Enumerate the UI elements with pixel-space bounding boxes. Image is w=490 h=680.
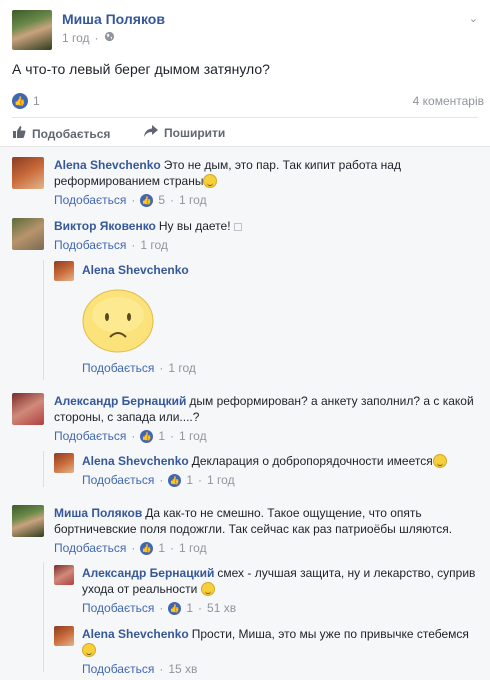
comment-like-link[interactable]: Подобається xyxy=(54,428,126,444)
thread-line xyxy=(43,562,44,672)
comment-author[interactable]: Миша Поляков xyxy=(54,506,142,520)
avatar[interactable] xyxy=(54,626,74,646)
comment-like-count[interactable]: 1 xyxy=(158,428,165,444)
comment-text: Декларация о добропорядочности имеется xyxy=(191,454,433,468)
author-avatar[interactable] xyxy=(12,10,52,50)
like-reaction-icon: 👍 xyxy=(168,601,182,615)
sad-face-sticker xyxy=(80,287,156,355)
comment-like-link[interactable]: Подобається xyxy=(54,237,126,253)
like-button[interactable]: Подобається xyxy=(12,125,110,142)
thumbs-up-icon xyxy=(12,125,26,142)
avatar[interactable] xyxy=(12,393,44,425)
smile-emoji-icon xyxy=(200,582,215,596)
like-reaction-icon[interactable]: 👍 xyxy=(12,93,28,109)
thread-line xyxy=(43,451,44,487)
comment-like-link[interactable]: Подобається xyxy=(82,661,154,677)
post-text: А что-то левый берег дымом затянуло? xyxy=(12,61,270,77)
comment-like-link[interactable]: Подобається xyxy=(82,472,154,488)
comment-timestamp[interactable]: 1 год xyxy=(179,428,207,444)
thread-line xyxy=(43,260,44,380)
comment-like-count[interactable]: 1 xyxy=(186,472,193,488)
avatar[interactable] xyxy=(54,453,74,473)
comment-like-count[interactable]: 5 xyxy=(158,192,165,208)
avatar[interactable] xyxy=(12,505,44,537)
comment-timestamp[interactable]: 1 год xyxy=(140,237,168,253)
post-meta: 1 год · xyxy=(62,31,115,45)
globe-icon[interactable] xyxy=(104,31,115,45)
share-button[interactable]: Поширити xyxy=(144,125,225,140)
like-reaction-icon: 👍 xyxy=(168,473,182,487)
post-author-name[interactable]: Миша Поляков xyxy=(62,11,165,27)
comment-author[interactable]: Виктор Яковенко xyxy=(54,219,156,233)
comment-text: Прости, Миша, это мы уже по привычке сте… xyxy=(191,627,469,641)
like-reaction-icon: 👍 xyxy=(140,429,154,443)
like-reaction-icon: 👍 xyxy=(140,541,154,555)
smile-emoji-icon xyxy=(432,454,447,468)
avatar[interactable] xyxy=(12,157,44,189)
comment-like-link[interactable]: Подобається xyxy=(82,361,154,375)
comment-like-count[interactable]: 1 xyxy=(158,540,165,556)
comment-author[interactable]: Александр Бернацкий xyxy=(54,394,186,408)
comment-timestamp[interactable]: 15 хв xyxy=(168,661,197,677)
post-stats: 👍 1 4 коментарів xyxy=(12,93,484,109)
comment-timestamp[interactable]: 1 год xyxy=(207,472,235,488)
comment-like-count[interactable]: 1 xyxy=(186,600,193,616)
comment-timestamp[interactable]: 51 хв xyxy=(207,600,236,616)
comment-like-link[interactable]: Подобається xyxy=(82,600,154,616)
smile-emoji-icon xyxy=(203,174,218,188)
comment-text: Ну вы даете! xyxy=(158,219,231,233)
comment-author[interactable]: Alena Shevchenko xyxy=(82,263,189,277)
comment-author[interactable]: Alena Shevchenko xyxy=(54,158,161,172)
comment-timestamp[interactable]: 1 год xyxy=(179,192,207,208)
like-count[interactable]: 1 xyxy=(33,94,40,108)
edited-marker-icon xyxy=(233,223,242,231)
comment-like-link[interactable]: Подобається xyxy=(54,540,126,556)
chevron-down-icon[interactable]: ⌄ xyxy=(469,12,478,25)
divider xyxy=(12,117,478,118)
comment-timestamp[interactable]: 1 год xyxy=(179,540,207,556)
comments-count-link[interactable]: 4 коментарів xyxy=(413,94,484,108)
like-button-label: Подобається xyxy=(32,126,111,141)
avatar[interactable] xyxy=(54,565,74,585)
share-button-label: Поширити xyxy=(164,125,226,140)
comment-timestamp[interactable]: 1 год xyxy=(168,361,196,375)
avatar[interactable] xyxy=(54,261,74,281)
dot-separator: · xyxy=(94,31,99,45)
comment-like-link[interactable]: Подобається xyxy=(54,192,126,208)
reply-footer: Подобається · 1 год xyxy=(82,361,196,375)
comment-author[interactable]: Alena Shevchenko xyxy=(82,454,189,468)
share-arrow-icon xyxy=(144,125,158,140)
avatar[interactable] xyxy=(12,218,44,250)
post-timestamp[interactable]: 1 год xyxy=(62,31,90,45)
comment-author[interactable]: Alena Shevchenko xyxy=(82,627,189,641)
smile-emoji-icon xyxy=(82,643,96,657)
post-header: Миша Поляков 1 год · ⌄ xyxy=(12,8,478,50)
like-reaction-icon: 👍 xyxy=(140,193,154,207)
comment-author[interactable]: Александр Бернацкий xyxy=(82,566,214,580)
